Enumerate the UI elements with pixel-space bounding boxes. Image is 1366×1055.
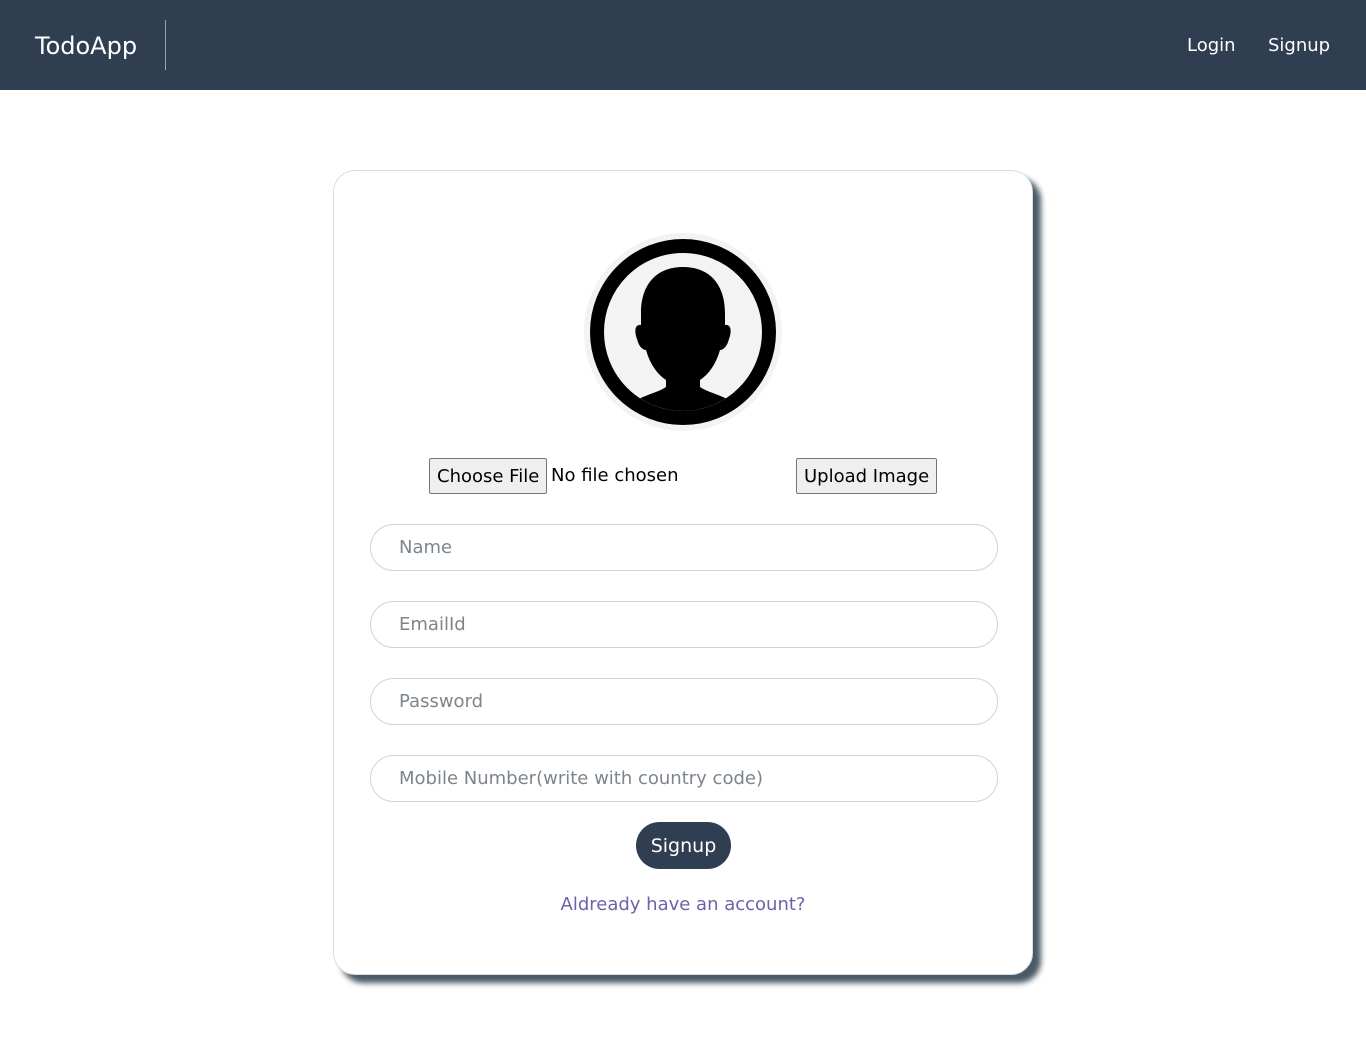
signup-submit-button[interactable]: Signup — [636, 822, 731, 869]
image-upload-row: Choose File No file chosen Upload Image — [429, 458, 949, 494]
nav-signup-link[interactable]: Signup — [1268, 34, 1330, 58]
top-navbar: TodoApp Login Signup — [0, 0, 1366, 90]
email-field[interactable] — [370, 601, 998, 648]
profile-avatar — [584, 233, 782, 431]
choose-file-button[interactable]: Choose File — [429, 458, 548, 494]
already-have-account-link[interactable]: Aldready have an account? — [334, 894, 1032, 915]
name-field[interactable] — [370, 524, 998, 571]
upload-image-button[interactable]: Upload Image — [796, 458, 938, 494]
signup-card: Choose File No file chosen Upload Image … — [333, 170, 1033, 975]
password-field[interactable] — [370, 678, 998, 725]
file-status-text: No file chosen — [551, 465, 679, 486]
brand-logo[interactable]: TodoApp — [35, 30, 137, 62]
navbar-divider — [165, 20, 166, 70]
nav-login-link[interactable]: Login — [1187, 34, 1236, 58]
mobile-number-field[interactable] — [370, 755, 998, 802]
user-silhouette-icon — [584, 233, 782, 431]
